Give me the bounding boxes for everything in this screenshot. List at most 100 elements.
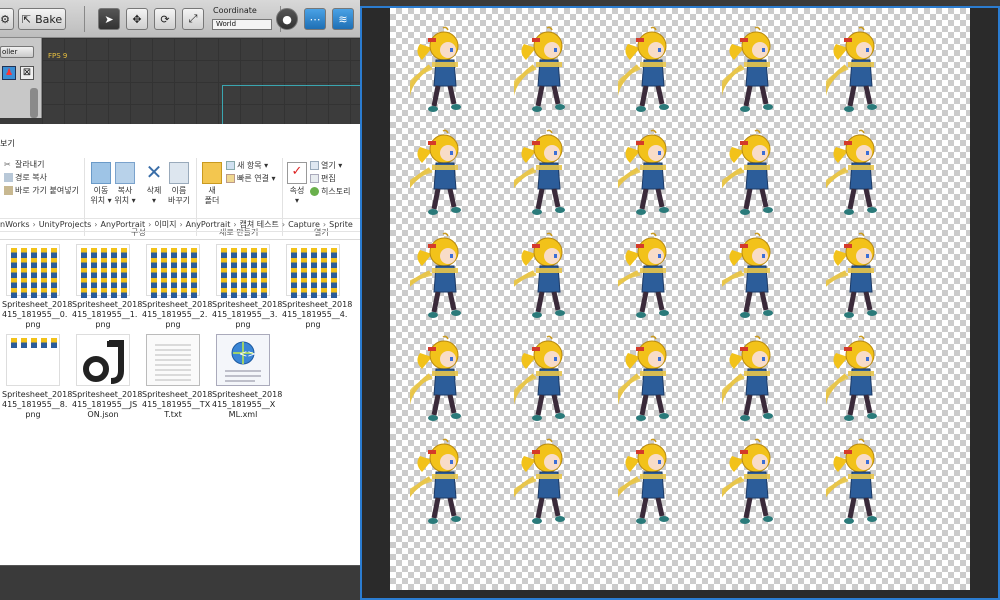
sprite-mini-icon	[51, 288, 57, 298]
file-item[interactable]: <> Spritesheet_2018 415_181955__X ML.xml	[212, 334, 283, 420]
sprite-frame	[611, 129, 678, 219]
scale-tool-icon[interactable]: ⤢	[182, 8, 204, 30]
sprite-mini-icon	[51, 268, 57, 278]
sprite-mini-icon	[11, 268, 17, 278]
rename-button[interactable]: 이름 바꾸기	[166, 162, 192, 206]
file-item[interactable]: Spritesheet_2018 415_181955__3. png	[212, 244, 282, 330]
spritesheet-thumbnail	[286, 244, 340, 298]
sprite-mini-icon	[191, 278, 197, 288]
sprite-mini-icon	[191, 258, 197, 268]
gear-icon[interactable]: ⚙	[0, 8, 14, 30]
sprite-mini-icon	[31, 288, 37, 298]
delete-button[interactable]: ✕ 삭제 ▾	[141, 162, 167, 206]
file-name: Spritesheet_2018 415_181955__0. png	[2, 300, 73, 329]
sprite-mini-icon	[291, 278, 297, 288]
copy-to-label: 복사 위치 ▾	[114, 186, 136, 205]
bone-icon[interactable]: ⋯	[304, 8, 326, 30]
sprite-mini-icon	[51, 278, 57, 288]
sprite-mini-icon	[231, 248, 237, 258]
sprite-mini-icon	[171, 278, 177, 288]
breadcrumb-segment[interactable]: 이미지	[154, 220, 176, 229]
select-tool-icon[interactable]: ➤	[98, 8, 120, 30]
edit-icon	[310, 174, 319, 183]
breadcrumb-segment[interactable]: Capture	[288, 220, 320, 229]
sprite-mini-icon	[221, 278, 227, 288]
sprite-mini-icon	[191, 288, 197, 298]
breadcrumb-segment[interactable]: 캡쳐 테스트	[240, 220, 279, 229]
breadcrumb-separator-icon: ›	[179, 220, 183, 229]
toolbar-separator	[84, 6, 85, 32]
sprite-mini-icon	[111, 288, 117, 298]
easy-access-button[interactable]: 빠른 연결 ▾	[226, 173, 276, 184]
character-icon[interactable]: ♟	[2, 66, 16, 80]
spritesheet-preview-window[interactable]	[360, 6, 1000, 600]
sprite-mini-icon	[251, 278, 257, 288]
paste-shortcut-button[interactable]: 바로 가기 붙여넣기	[4, 185, 79, 196]
sprite-mini-icon	[301, 288, 307, 298]
history-button[interactable]: 히스토리	[310, 186, 350, 197]
breadcrumb-segment[interactable]: AnyPortrait	[186, 220, 231, 229]
sprite-frame	[510, 335, 574, 425]
breadcrumb-segment[interactable]: AnyPortrait	[100, 220, 145, 229]
move-to-button[interactable]: 이동 위치 ▾	[88, 162, 114, 206]
sprite-mini-icon	[251, 268, 257, 278]
sprite-mini-icon	[331, 268, 337, 278]
sprite-mini-icon	[121, 268, 127, 278]
sprite-mini-icon	[81, 248, 87, 258]
file-item[interactable]: Spritesheet_2018 415_181955__2. png	[142, 244, 212, 330]
copy-path-button[interactable]: 경로 복사	[4, 172, 47, 183]
coordinate-label: Coordinate	[213, 6, 257, 15]
file-name: Spritesheet_2018 415_181955__X ML.xml	[212, 390, 283, 419]
file-item[interactable]: Spritesheet_2018 415_181955__1. png	[72, 244, 142, 330]
file-item[interactable]: Spritesheet_2018 415_181955__JS ON.json	[72, 334, 142, 420]
sprite-frame	[611, 438, 678, 528]
breadcrumb-separator-icon: ›	[32, 220, 36, 229]
controller-tab[interactable]: oller	[0, 46, 34, 58]
open-button[interactable]: 열기 ▾	[310, 160, 342, 171]
cut-button[interactable]: ✂ 잘라내기	[4, 159, 44, 170]
sprite-mini-icon	[161, 268, 167, 278]
sprite-mini-icon	[111, 278, 117, 288]
coordinate-dropdown[interactable]: World	[212, 19, 272, 30]
sprite-mini-icon	[21, 268, 27, 278]
rotate-tool-icon[interactable]: ⟳	[154, 8, 176, 30]
sprite-mini-icon	[31, 278, 37, 288]
file-item[interactable]: Spritesheet_2018 415_181955__8. png	[2, 334, 72, 420]
move-tool-icon[interactable]: ✥	[126, 8, 148, 30]
delete-x-icon: ✕	[145, 160, 163, 184]
editor-toolbar: ⚙ ⇱ Bake ➤ ✥ ⟳ ⤢ Coordinate World ● ⋯ ≋	[0, 0, 360, 38]
sprite-mini-icon	[311, 268, 317, 278]
sprite-mini-icon	[261, 278, 267, 288]
scrollbar[interactable]	[30, 88, 38, 118]
breadcrumb-segment[interactable]: nWorks	[0, 220, 30, 229]
transparency-canvas	[390, 8, 970, 590]
sprite-mini-icon	[311, 278, 317, 288]
file-item[interactable]: Spritesheet_2018 415_181955__0. png	[2, 244, 73, 330]
sprite-mini-icon	[101, 268, 107, 278]
breadcrumb-segment[interactable]: UnityProjects	[39, 220, 92, 229]
breadcrumb-separator-icon: ›	[94, 220, 98, 229]
close-icon[interactable]: ⊠	[20, 66, 34, 80]
open-label: 열기 ▾	[321, 161, 343, 170]
sprite-mini-icon	[181, 268, 187, 278]
ribbon-tab-view[interactable]: 보기	[0, 138, 15, 149]
file-explorer-window: 보기 ✂ 잘라내기 경로 복사 바로 가기 붙여넣기 이동 위치 ▾ 복사 위치…	[0, 124, 360, 565]
new-folder-button[interactable]: 새 폴더	[199, 162, 225, 206]
xml-file-icon: <>	[216, 334, 270, 386]
copy-to-button[interactable]: 복사 위치 ▾	[112, 162, 138, 206]
breadcrumb-segment[interactable]: Sprite	[329, 220, 353, 229]
file-item[interactable]: Spritesheet_2018 415_181955__TX T.txt	[142, 334, 212, 420]
sprite-mini-icon	[181, 288, 187, 298]
bake-button[interactable]: ⇱ Bake	[18, 8, 66, 30]
new-item-button[interactable]: 새 항목 ▾	[226, 160, 268, 171]
edit-button[interactable]: 편집	[310, 173, 336, 184]
sprite-mini-icon	[161, 278, 167, 288]
sprite-mini-icon	[11, 338, 17, 348]
properties-button[interactable]: ✓ 속성 ▾	[284, 162, 310, 206]
onion-skin-icon[interactable]: ●	[276, 8, 298, 30]
physics-icon[interactable]: ≋	[332, 8, 354, 30]
breadcrumb[interactable]: nWorks › UnityProjects › AnyPortrait › 이미지 › Any…	[0, 218, 360, 232]
file-item[interactable]: Spritesheet_2018 415_181955__4. png	[282, 244, 352, 330]
sprite-mini-icon	[231, 268, 237, 278]
sprite-mini-icon	[41, 288, 47, 298]
